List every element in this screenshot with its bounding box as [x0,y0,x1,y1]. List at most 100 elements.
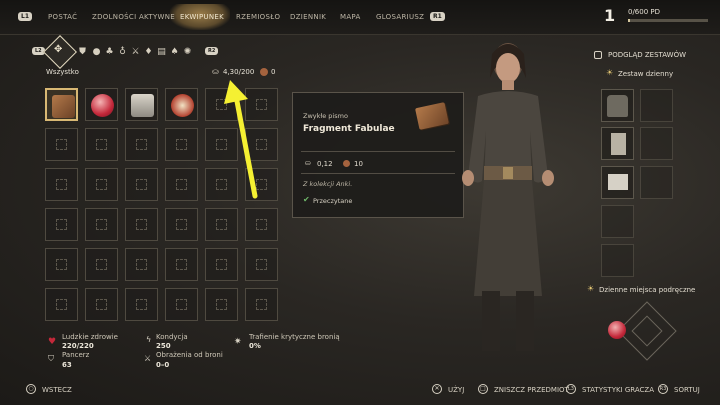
inventory-slot-empty[interactable] [205,208,238,241]
day-set-label: Zestaw dzienny [618,70,674,78]
r1-button-hint[interactable]: R1 [430,12,445,21]
equip-slot-legs[interactable] [601,127,634,160]
empty-slot-marker [56,219,67,230]
empty-slot-marker [176,139,187,150]
empty-slot-marker [176,219,187,230]
cheese-wheel-icon [131,94,154,117]
empty-slot-marker [96,179,107,190]
empty-slot-marker [216,219,227,230]
gear-icon[interactable]: ✺ [182,47,193,58]
empty-slot-marker [96,299,107,310]
inventory-slot-empty[interactable] [125,248,158,281]
inventory-slot-filled[interactable] [125,88,158,121]
inventory-slot-empty[interactable] [45,128,78,161]
empty-slot-marker [136,219,147,230]
inventory-slot-empty[interactable] [245,208,278,241]
back-button[interactable]: WSTECZ [42,386,72,394]
tab-dziennik[interactable]: DZIENNIK [290,13,326,21]
fragment-fabulae-book-icon [52,95,75,118]
boots-icon [608,174,628,190]
health-label: Ludzkie zdrowie [62,333,118,341]
empty-slot-marker [56,259,67,270]
tab-zdolnosci-aktywne[interactable]: ZDOLNOŚCI AKTYWNE [92,13,175,21]
apple-icon [91,94,114,117]
inventory-slot-empty[interactable] [45,168,78,201]
cross-button-icon[interactable]: ✕ [432,384,442,394]
inventory-slot-empty[interactable] [205,248,238,281]
equip-slot-empty[interactable] [640,127,673,160]
inventory-slot-empty[interactable] [205,288,238,321]
inventory-slot-empty[interactable] [85,208,118,241]
tab-mapa[interactable]: MAPA [340,13,361,21]
inventory-slot-empty[interactable] [85,168,118,201]
use-button[interactable]: UŻYJ [448,386,464,394]
inventory-slot-empty[interactable] [245,288,278,321]
inventory-slot-empty[interactable] [125,288,158,321]
armor-value: 63 [62,361,72,369]
square-button-icon[interactable]: □ [478,384,488,394]
loadout-preview-button[interactable]: PODGLĄD ZESTAWÓW [608,51,686,59]
equip-slot-empty[interactable] [640,166,673,199]
sort-button[interactable]: SORTUJ [674,386,700,394]
equip-slot-weapon[interactable] [601,244,634,277]
inventory-slot-empty[interactable] [125,168,158,201]
damage-label: Obrażenia od broni [156,351,223,359]
inventory-slot-empty[interactable] [45,208,78,241]
stamina-label: Kondycja [156,333,188,341]
empty-slot-marker [176,179,187,190]
plant-icon[interactable]: ♠ [169,47,180,58]
armor-icon[interactable]: ⛊ [77,47,88,58]
inventory-slot-empty[interactable] [85,288,118,321]
critical-hit-icon: ✷ [234,337,242,347]
circle-button-icon[interactable]: ○ [26,384,36,394]
potion-icon[interactable]: ♁ [117,47,128,58]
inventory-slot-empty[interactable] [125,128,158,161]
destroy-item-button[interactable]: ZNISZCZ PRZEDMIOT [494,386,569,394]
book-icon[interactable]: ▤ [156,47,167,58]
tooltip-divider [301,173,455,174]
empty-slot-marker [56,139,67,150]
inventory-slot-empty[interactable] [45,248,78,281]
coin-icon [343,160,350,167]
empty-slot-marker [256,219,267,230]
inventory-slot-empty[interactable] [45,288,78,321]
character-figure [462,43,554,351]
tab-postac[interactable]: POSTAĆ [48,13,77,21]
inventory-slot-empty[interactable] [85,128,118,161]
apple-icon[interactable]: ● [91,47,102,58]
equip-slot-empty[interactable] [640,89,673,122]
touchpad-button-icon[interactable] [594,51,602,59]
player-stats-button[interactable]: STATYSTYKI GRACZA [582,386,654,394]
inventory-slot-filled[interactable] [45,88,78,121]
equip-slot-gloves[interactable] [601,205,634,238]
inventory-slot-empty[interactable] [125,208,158,241]
l1-button-hint[interactable]: L1 [18,12,32,21]
sword-icon[interactable]: ⚔ [130,47,141,58]
empty-slot-marker [136,259,147,270]
pouch-icon[interactable]: ♣ [104,47,115,58]
inventory-slot-empty[interactable] [165,208,198,241]
inventory-slot-empty[interactable] [165,248,198,281]
equip-slot-feet[interactable] [601,166,634,199]
inventory-slot-filled[interactable] [85,88,118,121]
inventory-slot-empty[interactable] [165,128,198,161]
l3-button-icon[interactable]: L3 [566,384,576,394]
bottle-icon[interactable]: ♦ [143,47,154,58]
apple-quick-item-icon[interactable] [608,321,626,339]
r3-button-icon[interactable]: R3 [658,384,668,394]
r2-button-hint[interactable]: R2 [205,47,219,55]
tab-glosariusz[interactable]: GLOSARIUSZ [376,13,424,21]
inventory-slot-empty[interactable] [165,288,198,321]
item-read-status: Przeczytane [313,197,353,205]
category-label: Wszystko [46,68,79,76]
tab-ekwipunek[interactable]: EKWIPUNEK [180,13,224,21]
equip-slot-torso[interactable] [601,89,634,122]
inventory-slot-empty[interactable] [245,248,278,281]
weight-icon: ⛀ [212,67,219,76]
inventory-slot-filled[interactable] [165,88,198,121]
inventory-slot-empty[interactable] [85,248,118,281]
inventory-slot-empty[interactable] [165,168,198,201]
tab-rzemioslo[interactable]: RZEMIOSŁO [236,13,280,21]
item-price: 10 [354,160,363,168]
crit-label: Trafienie krytyczne bronią [249,333,340,341]
